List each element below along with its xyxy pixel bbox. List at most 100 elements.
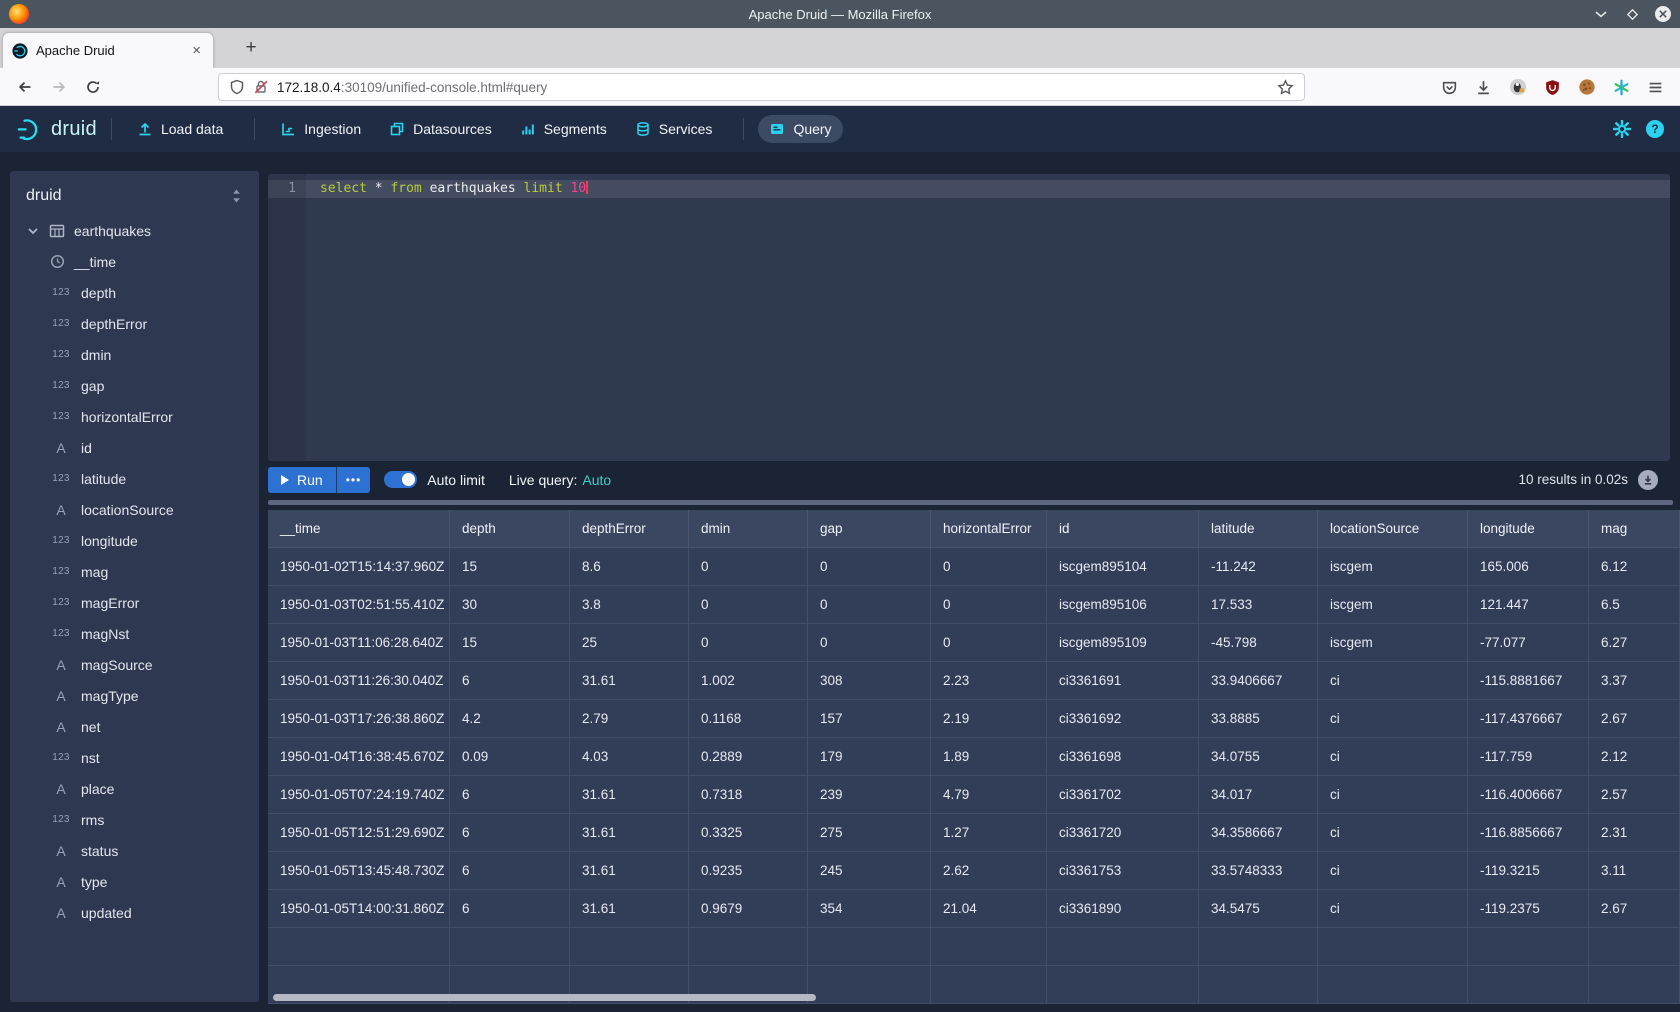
asterisk-extension-icon[interactable]	[1613, 79, 1630, 96]
sidebar-column-horizontalError[interactable]: 123horizontalError	[10, 401, 259, 432]
table-cell[interactable]: 1950-01-03T11:26:30.040Z	[268, 662, 450, 700]
maximize-button[interactable]	[1623, 5, 1641, 23]
table-cell[interactable]: 0.7318	[689, 776, 808, 814]
sidebar-column-dmin[interactable]: 123dmin	[10, 339, 259, 370]
table-cell[interactable]: 245	[808, 852, 931, 890]
table-cell[interactable]: 33.9406667	[1199, 662, 1318, 700]
table-cell[interactable]: -116.8856667	[1468, 814, 1589, 852]
column-header-dmin[interactable]: dmin	[689, 510, 808, 548]
table-cell[interactable]: 121.447	[1468, 586, 1589, 624]
insecure-lock-icon[interactable]	[253, 79, 269, 95]
query-editor[interactable]: 1 select * from earthquakes limit 10	[268, 174, 1670, 461]
sidebar-column-magSource[interactable]: AmagSource	[10, 649, 259, 680]
settings-gear-icon[interactable]	[1613, 120, 1631, 138]
table-cell[interactable]: 34.3586667	[1199, 814, 1318, 852]
schema-name[interactable]: druid	[26, 187, 230, 205]
nav-item-segments[interactable]: Segments	[509, 115, 618, 143]
table-cell[interactable]: 2.12	[1589, 738, 1680, 776]
table-cell[interactable]: 157	[808, 700, 931, 738]
pocket-icon[interactable]	[1441, 79, 1458, 96]
table-cell[interactable]: 0	[808, 586, 931, 624]
table-cell[interactable]: ci	[1318, 814, 1468, 852]
sidebar-column-gap[interactable]: 123gap	[10, 370, 259, 401]
new-tab-button[interactable]: +	[238, 35, 264, 61]
table-cell[interactable]: iscgem	[1318, 586, 1468, 624]
column-header-longitude[interactable]: longitude	[1468, 510, 1589, 548]
table-cell[interactable]: -115.8881667	[1468, 662, 1589, 700]
nav-item-load-data[interactable]: Load data	[126, 115, 234, 143]
table-cell[interactable]: 31.61	[570, 814, 689, 852]
sidebar-column-depth[interactable]: 123depth	[10, 277, 259, 308]
table-cell[interactable]: 17.533	[1199, 586, 1318, 624]
downloads-icon[interactable]	[1475, 79, 1492, 96]
table-cell[interactable]: -117.4376667	[1468, 700, 1589, 738]
help-icon[interactable]: ?	[1646, 120, 1664, 138]
table-cell[interactable]: ci	[1318, 776, 1468, 814]
table-cell[interactable]: 1950-01-05T14:00:31.860Z	[268, 890, 450, 928]
column-header-depth[interactable]: depth	[450, 510, 570, 548]
column-header-mag[interactable]: mag	[1589, 510, 1680, 548]
table-cell[interactable]: 30	[450, 586, 570, 624]
table-cell[interactable]: 1950-01-04T16:38:45.670Z	[268, 738, 450, 776]
table-cell[interactable]: 0.9679	[689, 890, 808, 928]
sidebar-column-__time[interactable]: __time	[10, 246, 259, 277]
sidebar-column-locationSource[interactable]: AlocationSource	[10, 494, 259, 525]
cookie-extension-icon[interactable]	[1578, 78, 1596, 96]
sidebar-column-status[interactable]: Astatus	[10, 835, 259, 866]
table-cell[interactable]: ci3361890	[1047, 890, 1199, 928]
table-cell[interactable]: 33.8885	[1199, 700, 1318, 738]
table-cell[interactable]: 0.2889	[689, 738, 808, 776]
table-cell[interactable]: ci3361702	[1047, 776, 1199, 814]
sidebar-table-earthquakes[interactable]: earthquakes	[10, 215, 259, 246]
url-bar[interactable]: 172.18.0.4:30109/unified-console.html#qu…	[218, 73, 1305, 101]
bookmark-star-icon[interactable]	[1277, 79, 1294, 96]
table-cell[interactable]: 308	[808, 662, 931, 700]
table-cell[interactable]: 0	[808, 548, 931, 586]
table-cell[interactable]: ci3361692	[1047, 700, 1199, 738]
table-cell[interactable]: iscgem895104	[1047, 548, 1199, 586]
table-cell[interactable]: 3.8	[570, 586, 689, 624]
table-cell[interactable]: 2.31	[1589, 814, 1680, 852]
column-header-latitude[interactable]: latitude	[1199, 510, 1318, 548]
table-cell[interactable]: 6	[450, 852, 570, 890]
table-cell[interactable]: 1.27	[931, 814, 1047, 852]
table-cell[interactable]: 2.67	[1589, 700, 1680, 738]
table-cell[interactable]: 3.11	[1589, 852, 1680, 890]
sidebar-column-depthError[interactable]: 123depthError	[10, 308, 259, 339]
download-results-icon[interactable]	[1638, 470, 1658, 490]
table-cell[interactable]: 0.3325	[689, 814, 808, 852]
horizontal-scrollbar[interactable]	[273, 994, 816, 1001]
menu-hamburger-icon[interactable]	[1647, 79, 1664, 96]
forward-button[interactable]	[46, 75, 72, 99]
table-cell[interactable]: 1.002	[689, 662, 808, 700]
sidebar-column-magError[interactable]: 123magError	[10, 587, 259, 618]
table-cell[interactable]: 33.5748333	[1199, 852, 1318, 890]
table-cell[interactable]: 2.62	[931, 852, 1047, 890]
toggle-track[interactable]	[384, 471, 417, 488]
table-cell[interactable]: 179	[808, 738, 931, 776]
table-cell[interactable]: 0	[689, 548, 808, 586]
table-cell[interactable]: 2.67	[1589, 890, 1680, 928]
table-cell[interactable]: -77.077	[1468, 624, 1589, 662]
close-window-button[interactable]	[1654, 5, 1672, 23]
sort-icon[interactable]	[230, 188, 243, 204]
run-more-button[interactable]: •••	[336, 467, 371, 493]
table-cell[interactable]: 0	[931, 624, 1047, 662]
table-cell[interactable]: 34.017	[1199, 776, 1318, 814]
table-cell[interactable]: 0	[689, 624, 808, 662]
table-cell[interactable]: ci	[1318, 852, 1468, 890]
table-cell[interactable]: ci3361691	[1047, 662, 1199, 700]
table-cell[interactable]: ci	[1318, 662, 1468, 700]
table-cell[interactable]: 239	[808, 776, 931, 814]
table-cell[interactable]: 31.61	[570, 890, 689, 928]
table-cell[interactable]: iscgem895106	[1047, 586, 1199, 624]
table-cell[interactable]: -117.759	[1468, 738, 1589, 776]
table-cell[interactable]: ci	[1318, 700, 1468, 738]
table-cell[interactable]: -11.242	[1199, 548, 1318, 586]
table-cell[interactable]: 0.09	[450, 738, 570, 776]
back-button[interactable]	[12, 75, 38, 99]
sidebar-column-magType[interactable]: AmagType	[10, 680, 259, 711]
column-header-locationSource[interactable]: locationSource	[1318, 510, 1468, 548]
table-cell[interactable]: 34.0755	[1199, 738, 1318, 776]
table-cell[interactable]: 354	[808, 890, 931, 928]
